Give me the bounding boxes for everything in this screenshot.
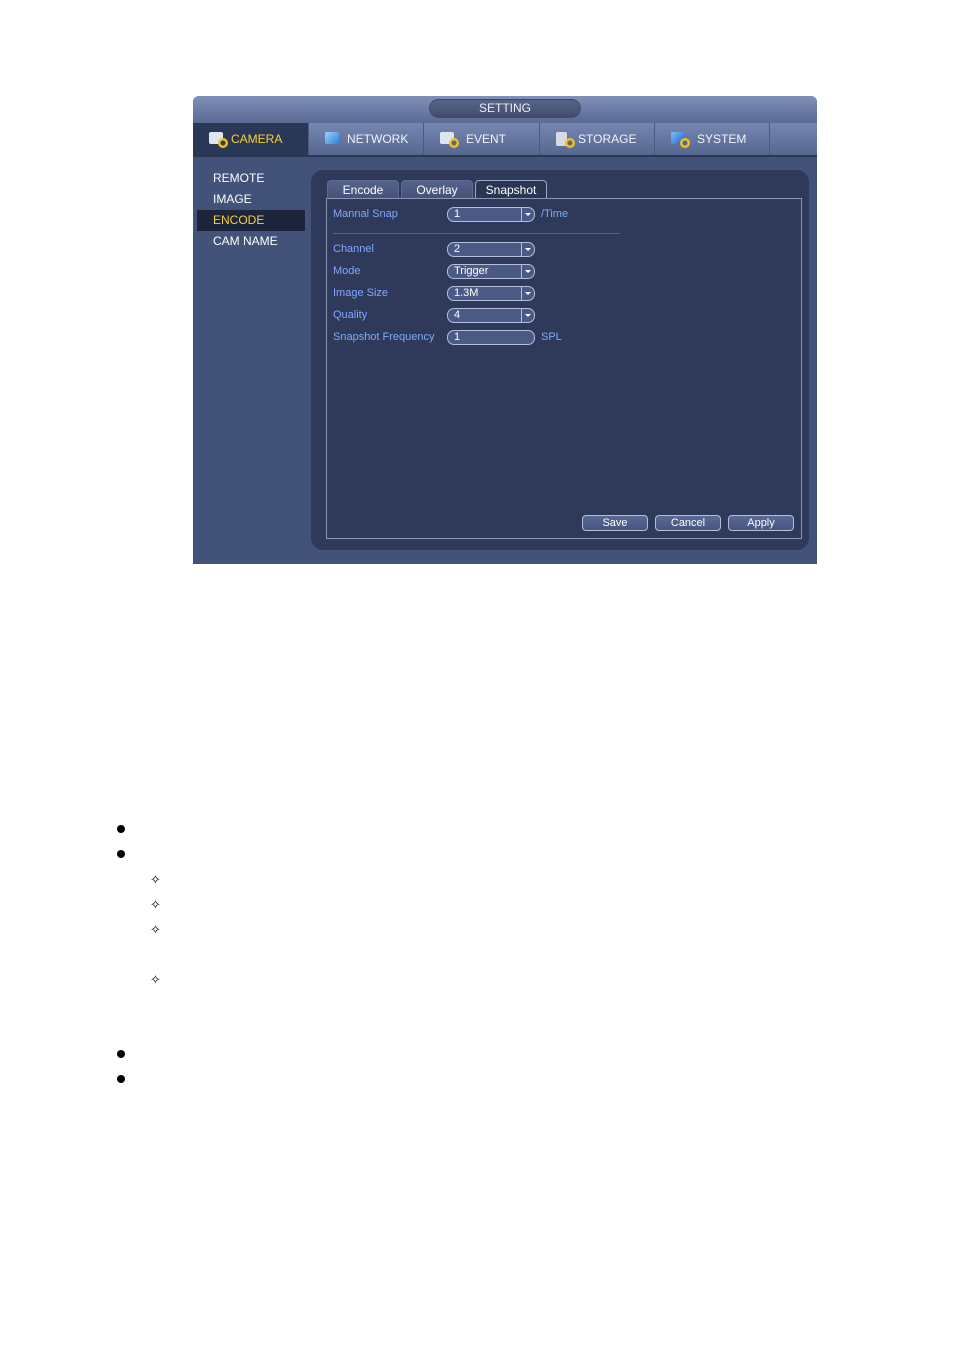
bullet-3 — [117, 1050, 125, 1058]
tab-encode[interactable]: Encode — [327, 180, 399, 198]
mode-row: Mode Trigger — [333, 262, 535, 280]
sub-bullet-2: ✧ — [150, 897, 161, 912]
snapshot-frequency-input[interactable]: 1 — [447, 329, 535, 345]
menu-storage[interactable]: STORAGE — [540, 123, 655, 155]
main-menu: CAMERA NETWORK EVENT STORAGE SYSTEM — [193, 123, 817, 157]
network-icon — [323, 130, 345, 148]
window-title: SETTING — [429, 99, 581, 118]
channel-select[interactable]: 2 — [447, 241, 535, 257]
cancel-button[interactable]: Cancel — [655, 515, 721, 531]
sidebar-item-cam-name[interactable]: CAM NAME — [197, 231, 305, 252]
settings-window: SETTING CAMERA NETWORK EVENT STORAGE SYS… — [193, 96, 817, 564]
sidebar-item-image[interactable]: IMAGE — [197, 189, 305, 210]
menu-storage-label: STORAGE — [578, 132, 637, 146]
mode-label: Mode — [333, 265, 361, 277]
quality-select[interactable]: 4 — [447, 307, 535, 323]
manual-snap-value: 1 — [454, 207, 461, 220]
snapshot-frequency-value: 1 — [454, 330, 461, 343]
quality-value: 4 — [454, 308, 461, 321]
channel-row: Channel 2 — [333, 240, 535, 258]
divider — [333, 233, 620, 234]
tab-overlay[interactable]: Overlay — [401, 180, 473, 198]
mode-select[interactable]: Trigger — [447, 263, 535, 279]
manual-snap-row: Mannal Snap 1 /Time — [333, 205, 568, 223]
menu-camera[interactable]: CAMERA — [193, 123, 309, 155]
menu-system-label: SYSTEM — [697, 132, 747, 146]
bullet-4 — [117, 1075, 125, 1083]
menu-event[interactable]: EVENT — [424, 123, 540, 155]
menu-network-label: NETWORK — [347, 132, 409, 146]
title-bar: SETTING — [193, 96, 817, 124]
content-panel: Encode Overlay Snapshot Mannal Snap 1 /T… — [311, 170, 809, 550]
menu-camera-label: CAMERA — [231, 132, 283, 146]
image-size-value: 1.3M — [454, 286, 479, 299]
image-size-label: Image Size — [333, 287, 389, 299]
quality-row: Quality 4 — [333, 306, 535, 324]
tab-snapshot[interactable]: Snapshot — [475, 180, 547, 198]
sidebar-item-remote[interactable]: REMOTE — [197, 168, 305, 189]
bullet-2 — [117, 850, 125, 858]
menu-system[interactable]: SYSTEM — [655, 123, 770, 155]
sub-bullet-1: ✧ — [150, 872, 161, 887]
channel-label: Channel — [333, 243, 374, 255]
channel-value: 2 — [454, 242, 461, 255]
menu-network[interactable]: NETWORK — [309, 123, 424, 155]
menu-event-label: EVENT — [466, 132, 507, 146]
image-size-row: Image Size 1.3M — [333, 284, 535, 302]
snapshot-form: Mannal Snap 1 /Time Channel 2 Mode Trigg… — [326, 198, 802, 539]
camera-icon — [207, 130, 229, 148]
apply-button[interactable]: Apply — [728, 515, 794, 531]
system-icon — [669, 130, 691, 148]
chevron-down-icon — [521, 242, 534, 256]
save-button[interactable]: Save — [582, 515, 648, 531]
storage-icon — [554, 130, 576, 148]
chevron-down-icon — [521, 308, 534, 322]
sub-bullet-4: ✧ — [150, 972, 161, 987]
sidebar: REMOTE IMAGE ENCODE CAM NAME — [193, 168, 309, 252]
chevron-down-icon — [521, 207, 534, 221]
image-size-select[interactable]: 1.3M — [447, 285, 535, 301]
manual-snap-label: Mannal Snap — [333, 208, 398, 220]
chevron-down-icon — [521, 286, 534, 300]
bullet-1 — [117, 825, 125, 833]
manual-snap-suffix: /Time — [541, 208, 569, 220]
event-icon — [438, 130, 460, 148]
snapshot-frequency-row: Snapshot Frequency 1 SPL — [333, 328, 562, 346]
tab-bar: Encode Overlay Snapshot — [327, 180, 549, 198]
snapshot-frequency-label: Snapshot Frequency — [333, 331, 435, 343]
mode-value: Trigger — [454, 264, 489, 277]
sub-bullet-3: ✧ — [150, 922, 161, 937]
sidebar-item-encode[interactable]: ENCODE — [197, 210, 305, 231]
manual-snap-select[interactable]: 1 — [447, 206, 535, 222]
snapshot-frequency-suffix: SPL — [541, 331, 562, 343]
quality-label: Quality — [333, 309, 368, 321]
chevron-down-icon — [521, 264, 534, 278]
